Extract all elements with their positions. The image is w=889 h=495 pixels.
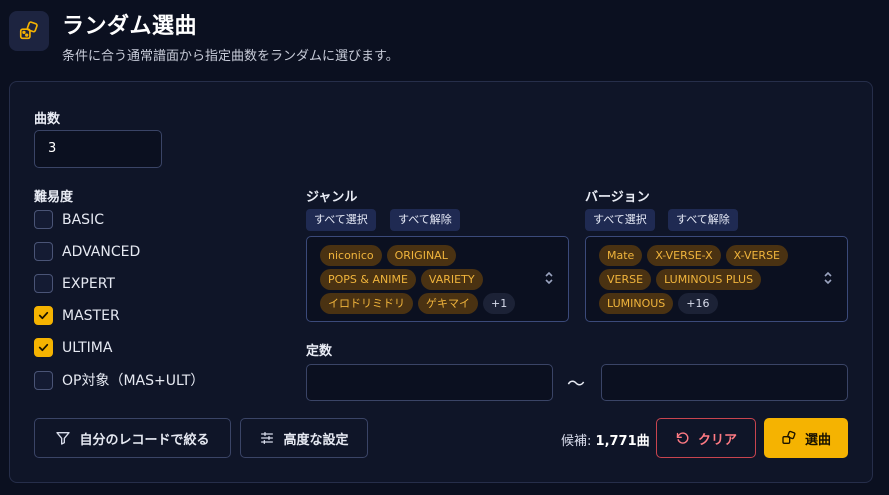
genre-tag[interactable]: niconico — [320, 245, 382, 266]
constant-min-input[interactable] — [306, 364, 553, 401]
difficulty-option-label: MASTER — [62, 307, 120, 324]
difficulty-option-label: EXPERT — [62, 275, 115, 292]
pick-songs-button[interactable]: 選曲 — [764, 418, 848, 458]
version-more-count: +16 — [678, 293, 718, 314]
genre-tag[interactable]: ORIGINAL — [386, 245, 456, 266]
version-multiselect[interactable]: Mate X-VERSE-X X-VERSE VERSE LUMINOUS PLUS LU… — [585, 236, 848, 322]
genre-select-all-button[interactable]: すべて選択 — [306, 209, 376, 231]
genre-label: ジャンル — [306, 190, 358, 205]
count-input[interactable]: 3 — [34, 130, 162, 168]
filter-by-records-label: 自分のレコードで絞る — [79, 432, 210, 448]
sliders-icon — [261, 432, 274, 444]
candidate-count: 候補: 1,771曲 — [561, 430, 650, 449]
genre-tag-list: niconico ORIGINAL POPS & ANIME VARIETY イロドリミ… — [320, 245, 540, 314]
version-tag[interactable]: VERSE — [599, 269, 652, 290]
filter-by-records-button[interactable]: 自分のレコードで絞る — [34, 418, 231, 458]
pick-songs-label: 選曲 — [804, 432, 831, 448]
genre-tag[interactable]: イロドリミドリ — [320, 293, 413, 314]
difficulty-option-label: ADVANCED — [62, 243, 141, 260]
difficulty-label: 難易度 — [34, 190, 74, 205]
version-tag[interactable]: Mate — [599, 245, 643, 266]
chevron-updown-icon — [824, 271, 832, 285]
checkbox[interactable] — [34, 274, 53, 293]
difficulty-option-label: BASIC — [62, 211, 104, 228]
clear-button[interactable]: クリア — [656, 418, 756, 458]
genre-tag[interactable]: VARIETY — [420, 269, 483, 290]
filter-icon — [56, 432, 71, 445]
count-label: 曲数 — [34, 112, 61, 127]
difficulty-option-label: OP対象（MAS+ULT） — [62, 373, 205, 389]
reset-icon — [676, 431, 689, 444]
version-tag[interactable]: X-VERSE-X — [647, 245, 721, 266]
range-separator: 〜 — [567, 374, 585, 395]
checkbox[interactable] — [34, 210, 53, 229]
checkbox-checked[interactable] — [34, 306, 53, 325]
version-tag[interactable]: X-VERSE — [725, 245, 789, 266]
page-title: ランダム選曲 — [62, 14, 198, 39]
version-tag-list: Mate X-VERSE-X X-VERSE VERSE LUMINOUS PLUS LU… — [599, 245, 819, 314]
version-tag[interactable]: LUMINOUS — [599, 293, 674, 314]
genre-tag[interactable]: ゲキマイ — [418, 293, 478, 314]
clear-label: クリア — [697, 432, 737, 448]
genre-more-count: +1 — [483, 293, 516, 314]
difficulty-option[interactable]: ADVANCED — [34, 242, 140, 261]
advanced-settings-button[interactable]: 高度な設定 — [240, 418, 368, 458]
chevron-updown-icon — [545, 271, 553, 285]
constant-label: 定数 — [306, 344, 333, 359]
difficulty-option-label: ULTIMA — [62, 339, 113, 356]
candidate-count-label: 候補: — [561, 434, 592, 449]
version-label: バージョン — [585, 190, 650, 205]
difficulty-option[interactable]: BASIC — [34, 210, 104, 229]
checkbox[interactable] — [34, 370, 53, 390]
difficulty-option[interactable]: ULTIMA — [34, 338, 112, 357]
genre-clear-all-button[interactable]: すべて解除 — [390, 209, 460, 231]
constant-max-input[interactable] — [601, 364, 848, 401]
check-icon — [38, 343, 49, 352]
genre-tag[interactable]: POPS & ANIME — [320, 269, 416, 290]
difficulty-option[interactable]: MASTER — [34, 306, 120, 325]
version-tag[interactable]: LUMINOUS PLUS — [656, 269, 762, 290]
genre-multiselect[interactable]: niconico ORIGINAL POPS & ANIME VARIETY イロドリミ… — [306, 236, 569, 322]
dice-icon — [782, 430, 796, 444]
difficulty-option[interactable]: OP対象（MAS+ULT） — [34, 370, 204, 390]
version-select-all-button[interactable]: すべて選択 — [585, 209, 655, 231]
version-clear-all-button[interactable]: すべて解除 — [668, 209, 738, 231]
check-icon — [38, 311, 49, 320]
page-subtitle: 条件に合う通常譜面から指定曲数をランダムに選びます。 — [62, 49, 399, 64]
candidate-count-unit: 曲 — [636, 434, 650, 449]
candidate-count-value: 1,771 — [595, 434, 637, 449]
advanced-settings-label: 高度な設定 — [283, 432, 349, 448]
dice-icon — [9, 11, 49, 51]
checkbox[interactable] — [34, 242, 53, 261]
checkbox-checked[interactable] — [34, 338, 53, 357]
difficulty-option[interactable]: EXPERT — [34, 274, 115, 293]
